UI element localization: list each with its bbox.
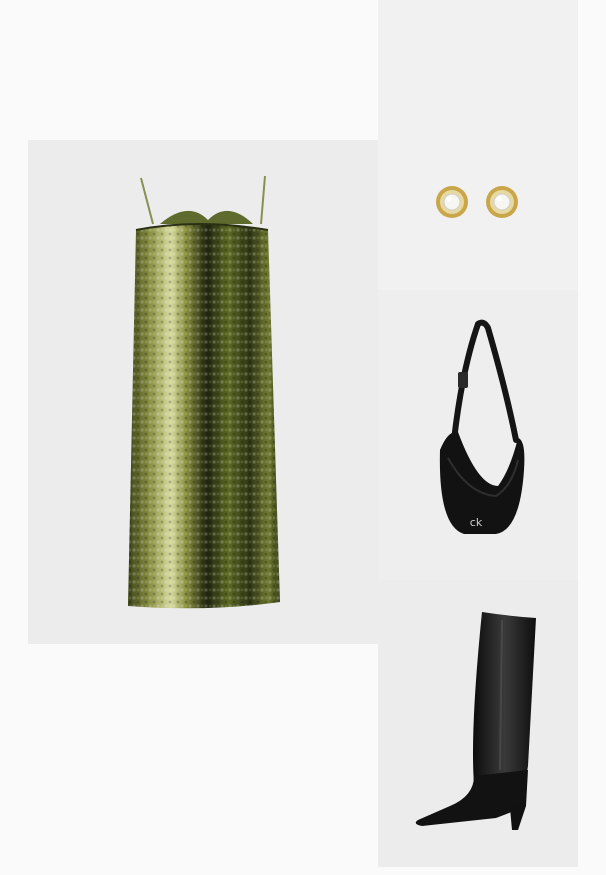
knee-boot-icon	[415, 612, 536, 830]
product-tile-earrings[interactable]	[378, 0, 578, 290]
sequin-dress-icon	[128, 175, 280, 609]
bag-logo: ck	[470, 516, 483, 529]
product-tile-bag[interactable]: ck	[378, 290, 578, 580]
product-tile-dress[interactable]	[28, 140, 378, 644]
stud-earrings-icon	[436, 186, 518, 218]
product-tile-boots[interactable]	[378, 580, 578, 867]
crossbody-bag-icon: ck	[439, 319, 525, 534]
